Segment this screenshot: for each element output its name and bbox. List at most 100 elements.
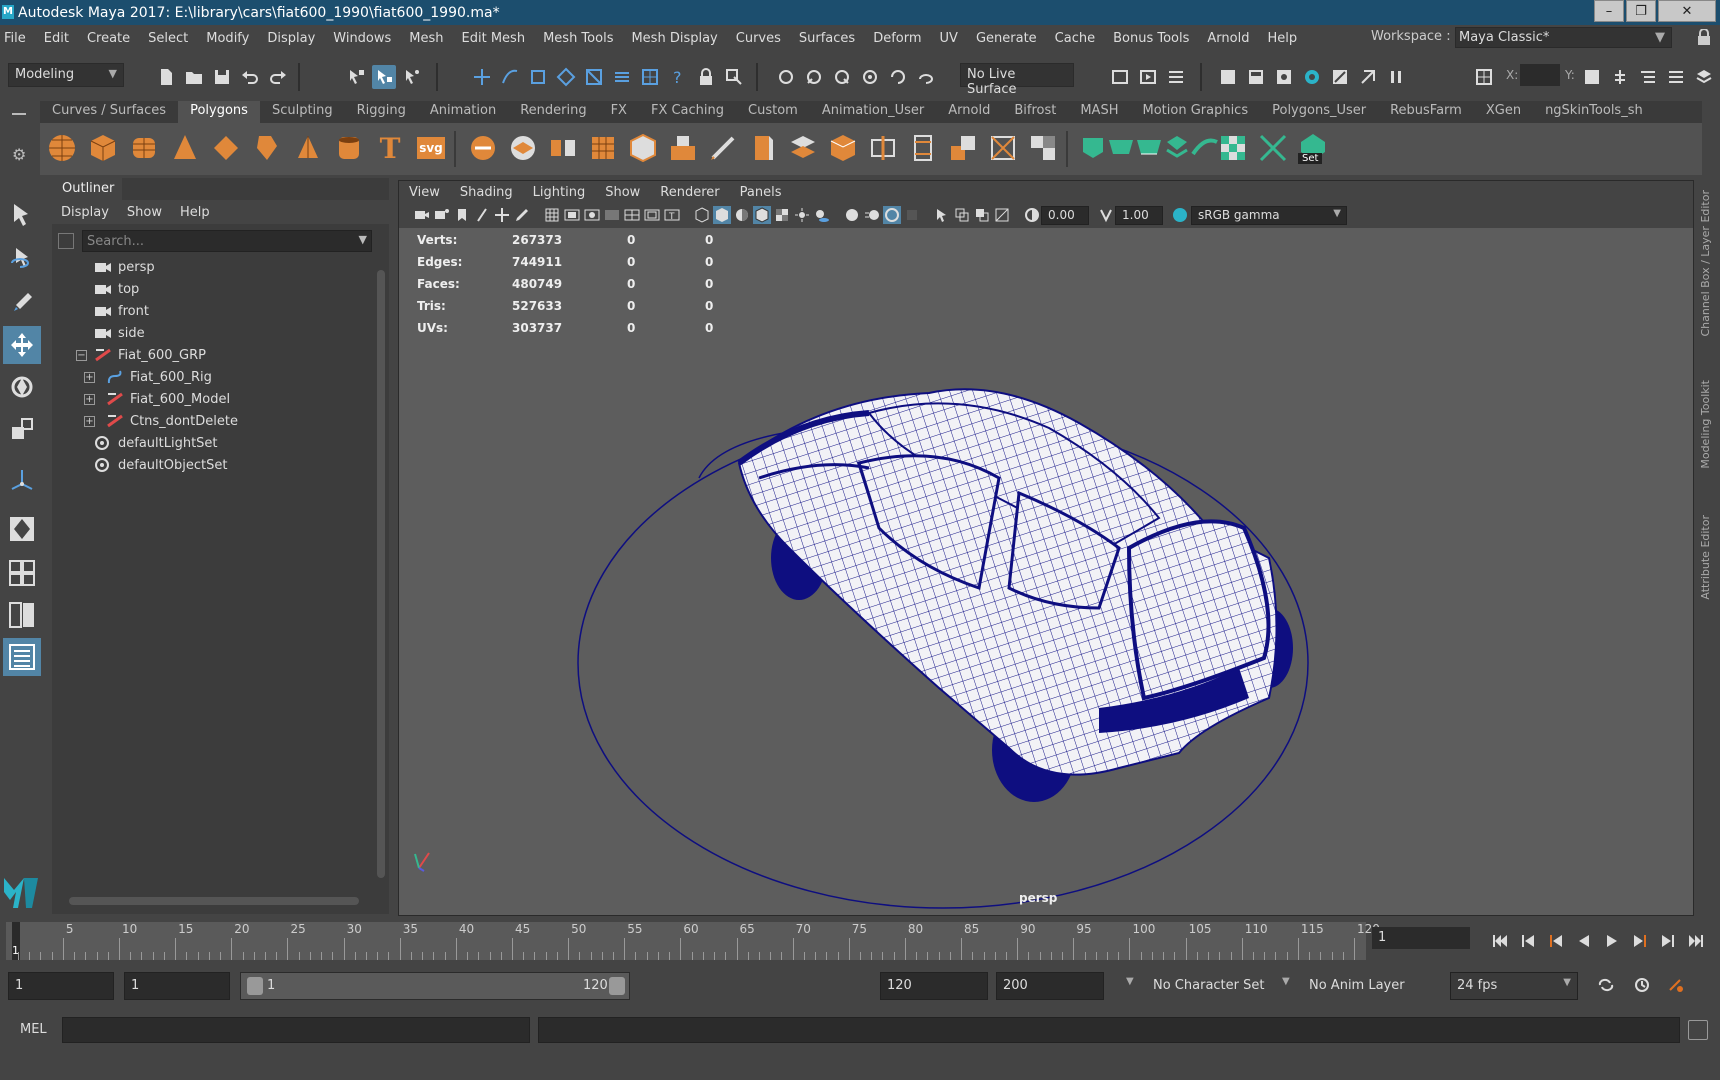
- gear-icon[interactable]: ⚙: [12, 145, 26, 164]
- target-weld-icon[interactable]: [946, 131, 980, 165]
- select-hierarchy-icon[interactable]: [344, 65, 368, 89]
- arnold-ipr-icon[interactable]: [1328, 65, 1352, 89]
- poly-text-icon[interactable]: T: [373, 131, 407, 165]
- redo-icon[interactable]: [266, 65, 290, 89]
- bookmarks-icon[interactable]: [453, 206, 471, 224]
- gamma-field[interactable]: 1.00: [1115, 206, 1163, 225]
- menu-surfaces[interactable]: Surfaces: [790, 31, 864, 46]
- anim-preferences-icon[interactable]: [1666, 976, 1686, 994]
- construction-history-icon[interactable]: [774, 65, 798, 89]
- exposure-icon[interactable]: [1023, 206, 1041, 224]
- sidebar-toggle-icon[interactable]: [1580, 65, 1604, 89]
- poly-cylinder-icon[interactable]: [127, 131, 161, 165]
- shelf-tab[interactable]: Custom: [736, 101, 810, 123]
- screen-space-ao-icon[interactable]: [843, 206, 861, 224]
- quick-layout-four-icon[interactable]: [3, 554, 41, 592]
- color-management-icon[interactable]: [1171, 206, 1189, 224]
- channel-box-tab[interactable]: Channel Box / Layer Editor: [1699, 190, 1717, 337]
- shelf-tab[interactable]: Rigging: [345, 101, 418, 123]
- outliner-item[interactable]: Fiat_600_GRP: [94, 344, 206, 366]
- outliner-item[interactable]: Ctns_dontDelete: [106, 410, 238, 432]
- field-chart-icon[interactable]: [623, 206, 641, 224]
- xray-icon[interactable]: [953, 206, 971, 224]
- range-start-handle[interactable]: [247, 977, 263, 995]
- camera-attributes-icon[interactable]: [433, 206, 451, 224]
- hypershade-icon[interactable]: [1272, 65, 1296, 89]
- lasso-tool-icon[interactable]: [3, 240, 41, 278]
- expand-toggle[interactable]: +: [84, 416, 95, 427]
- arnold-flush-icon[interactable]: [1356, 65, 1380, 89]
- shelf-tab[interactable]: Arnold: [936, 101, 1002, 123]
- exposure-field[interactable]: 0.00: [1041, 206, 1089, 225]
- bevel-icon[interactable]: [746, 131, 780, 165]
- poly-torus-icon[interactable]: [250, 131, 284, 165]
- offset-edge-loop-icon[interactable]: [906, 131, 940, 165]
- collapse-icon[interactable]: [1026, 131, 1060, 165]
- move-tool-icon[interactable]: [3, 326, 41, 364]
- wireframe-icon[interactable]: [693, 206, 711, 224]
- character-set-dropdown[interactable]: No Character Set: [1146, 972, 1278, 1000]
- insert-edge-loop-icon[interactable]: [866, 131, 900, 165]
- anti-aliasing-icon[interactable]: [883, 206, 901, 224]
- smooth-icon[interactable]: [586, 131, 620, 165]
- scroll-thumb[interactable]: [377, 270, 385, 878]
- fps-dropdown[interactable]: 24 fps ▼: [1450, 972, 1578, 1000]
- 2d-pan-zoom-icon[interactable]: [493, 206, 511, 224]
- filter-icon[interactable]: [58, 233, 74, 249]
- paint-select-tool-icon[interactable]: [3, 284, 41, 322]
- uv-cut-sew-icon[interactable]: [1256, 131, 1290, 165]
- outliner-menu-display[interactable]: Display: [52, 205, 118, 220]
- animation-start-field[interactable]: 1: [8, 972, 114, 1000]
- arnold-render-icon[interactable]: [1300, 65, 1324, 89]
- outliner-tab[interactable]: Outliner: [52, 178, 122, 200]
- x-field[interactable]: [1520, 64, 1560, 86]
- open-scene-icon[interactable]: [182, 65, 206, 89]
- bridge-icon[interactable]: [786, 131, 820, 165]
- menu-edit-mesh[interactable]: Edit Mesh: [453, 31, 535, 46]
- select-tool-icon[interactable]: [3, 196, 41, 234]
- shelf-tab[interactable]: Rendering: [508, 101, 598, 123]
- undo-icon[interactable]: [238, 65, 262, 89]
- menu-arnold[interactable]: Arnold: [1198, 31, 1258, 46]
- chevron-down-icon[interactable]: ▼: [1126, 976, 1134, 987]
- reduce-icon[interactable]: [626, 131, 660, 165]
- outliner-item[interactable]: side: [94, 322, 145, 344]
- shelf-tab[interactable]: Animation_User: [810, 101, 936, 123]
- poly-sphere-icon[interactable]: [45, 131, 79, 165]
- viewport-menu-view[interactable]: View: [399, 185, 450, 200]
- layer-editor-icon[interactable]: [1692, 65, 1716, 89]
- snap-lines-icon[interactable]: [610, 65, 634, 89]
- collapse-toggle[interactable]: −: [76, 350, 87, 361]
- output-ops-icon[interactable]: [830, 65, 854, 89]
- outliner-layout-icon[interactable]: [3, 638, 41, 676]
- shelf-tab[interactable]: RebusFarm: [1378, 101, 1474, 123]
- playback-start-field[interactable]: 1: [124, 972, 230, 1000]
- chevron-down-icon[interactable]: ▼: [1282, 976, 1290, 987]
- viewport-menu-show[interactable]: Show: [595, 185, 650, 200]
- menu-icon[interactable]: [12, 113, 26, 115]
- grease-pencil-icon[interactable]: [513, 206, 531, 224]
- tool-settings-icon[interactable]: [1664, 65, 1688, 89]
- depth-of-field-icon[interactable]: [903, 206, 921, 224]
- modeling-toolkit-tab[interactable]: Modeling Toolkit: [1699, 380, 1717, 469]
- playback-end-field[interactable]: 120: [880, 972, 988, 1000]
- command-input[interactable]: [62, 1017, 530, 1043]
- menu-generate[interactable]: Generate: [967, 31, 1046, 46]
- script-language-toggle[interactable]: MEL: [20, 1022, 47, 1037]
- quick-layout-two-icon[interactable]: [3, 596, 41, 634]
- shelf-tab[interactable]: Polygons_User: [1260, 101, 1378, 123]
- xray-joints-icon[interactable]: [973, 206, 991, 224]
- menu-cache[interactable]: Cache: [1046, 31, 1104, 46]
- shelf-tab[interactable]: FX Caching: [639, 101, 736, 123]
- menu-uv[interactable]: UV: [931, 31, 967, 46]
- use-all-lights-icon[interactable]: [793, 206, 811, 224]
- safe-title-icon[interactable]: T: [663, 206, 681, 224]
- menu-file[interactable]: File: [0, 31, 35, 46]
- separate-icon[interactable]: [506, 131, 540, 165]
- scene-view[interactable]: [399, 228, 1693, 915]
- shelf-tab[interactable]: Bifrost: [1002, 101, 1068, 123]
- menu-display[interactable]: Display: [258, 31, 324, 46]
- snap-view-plane-icon[interactable]: [554, 65, 578, 89]
- fiat600-model[interactable]: [737, 388, 1293, 802]
- ipr-render-icon[interactable]: [1244, 65, 1268, 89]
